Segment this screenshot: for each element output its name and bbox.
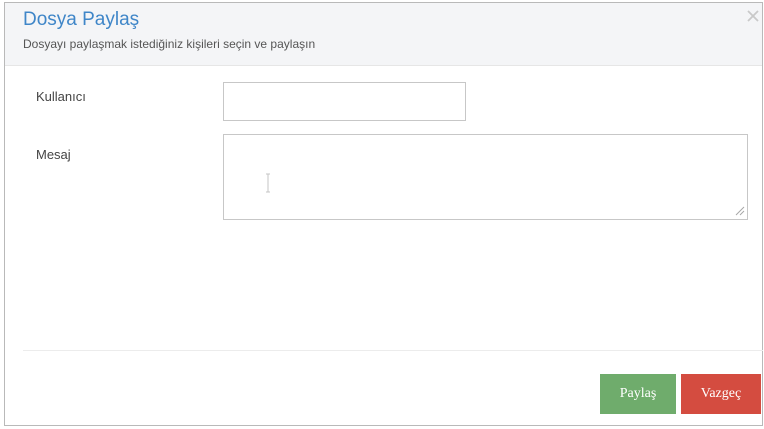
footer-divider (23, 350, 763, 351)
message-textarea[interactable] (223, 134, 748, 220)
user-input[interactable] (223, 82, 466, 121)
dialog-subtitle: Dosyayı paylaşmak istediğiniz kişileri s… (23, 37, 316, 51)
text-cursor-icon (266, 173, 270, 193)
user-label: Kullanıcı (36, 89, 86, 104)
resize-handle-icon[interactable] (735, 206, 745, 216)
close-icon[interactable] (746, 9, 760, 23)
dialog-header: Dosya Paylaş Dosyayı paylaşmak istediğin… (5, 3, 762, 66)
message-label: Mesaj (36, 147, 71, 162)
cancel-button[interactable]: Vazgeç (681, 374, 761, 414)
dialog-title: Dosya Paylaş (23, 9, 140, 30)
share-button[interactable]: Paylaş (600, 374, 676, 414)
share-file-dialog: Dosya Paylaş Dosyayı paylaşmak istediğin… (4, 2, 763, 426)
